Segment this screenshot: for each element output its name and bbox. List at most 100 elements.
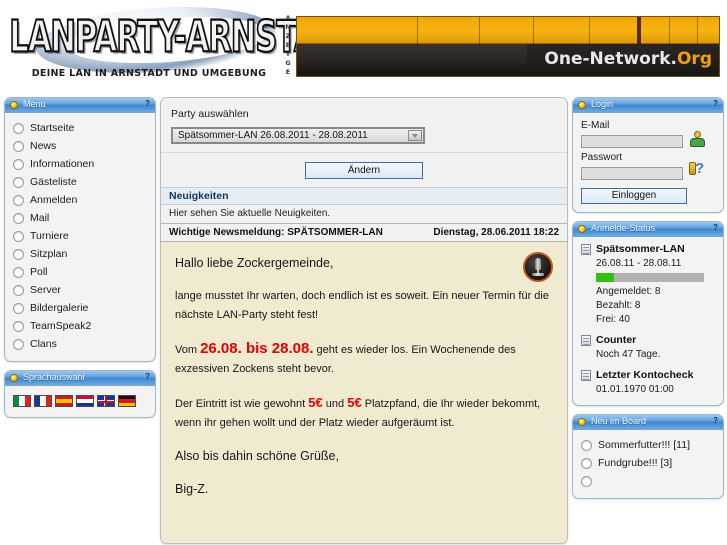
- news-article-body: Hallo liebe Zockergemeinde, lange musste…: [161, 242, 567, 543]
- help-icon[interactable]: ?: [713, 223, 718, 232]
- sidebar-item-startseite[interactable]: Startseite: [13, 119, 147, 137]
- board-item-partial[interactable]: [581, 472, 715, 490]
- help-icon[interactable]: ?: [713, 99, 718, 108]
- radio-icon: [13, 320, 24, 332]
- bullet-icon: [578, 101, 586, 109]
- news-paragraph-2: Vom 26.08. bis 28.08. geht es wieder los…: [175, 339, 553, 379]
- france-flag-icon[interactable]: [34, 395, 52, 407]
- right-sidebar: Login ? E-Mail Passwort ? Einloggen Anme…: [572, 97, 724, 507]
- status-party-heading: Spätsommer-LAN: [581, 243, 715, 255]
- board-panel-title: Neu im Board: [591, 416, 647, 426]
- email-field[interactable]: [581, 135, 683, 148]
- italy-flag-icon[interactable]: [13, 395, 31, 407]
- document-icon: [581, 369, 591, 381]
- radio-icon: [13, 176, 24, 188]
- change-button[interactable]: Ändern: [305, 162, 423, 179]
- language-panel-body: [5, 386, 155, 417]
- party-select-label: Party auswählen: [171, 108, 249, 120]
- radio-icon: [581, 475, 592, 487]
- status-account-value: 01.01.1970 01:00: [596, 384, 674, 395]
- banner-streak: [697, 17, 698, 45]
- status-party-name: Spätsommer-LAN: [596, 243, 685, 255]
- news-article-title: Wichtige Newsmeldung: SPÄTSOMMER-LAN: [169, 227, 383, 238]
- sidebar-item-gaesteliste[interactable]: Gästeliste: [13, 173, 147, 191]
- united-kingdom-flag-icon[interactable]: [97, 395, 115, 407]
- radio-icon: [13, 302, 24, 314]
- sidebar-item-informationen[interactable]: Informationen: [13, 155, 147, 173]
- login-panel: Login ? E-Mail Passwort ? Einloggen: [572, 97, 724, 213]
- radio-icon: [581, 457, 592, 469]
- menu-panel-body: Startseite News Informationen Gästeliste…: [5, 113, 155, 361]
- sidebar-item-label: TeamSpeak2: [30, 320, 92, 332]
- sidebar-item-teamspeak2[interactable]: TeamSpeak2: [13, 317, 147, 335]
- login-button[interactable]: Einloggen: [581, 188, 687, 204]
- advertisement-banner[interactable]: One-Network.Org: [296, 16, 720, 77]
- board-item-fundgrube[interactable]: Fundgrube!!! [3]: [581, 454, 715, 472]
- sidebar-item-server[interactable]: Server: [13, 281, 147, 299]
- status-party-dates: 26.08.11 - 28.08.11: [596, 258, 682, 269]
- list-item-label: Fundgrube!!! [3]: [598, 457, 673, 469]
- help-icon[interactable]: ?: [713, 416, 718, 425]
- banner-streak: [669, 17, 670, 45]
- status-counter-title: Counter: [596, 334, 637, 346]
- sidebar-item-label: Turniere: [30, 230, 69, 242]
- sidebar-item-turniere[interactable]: Turniere: [13, 227, 147, 245]
- sidebar-item-label: Startseite: [30, 122, 75, 134]
- sidebar-item-label: Mail: [30, 212, 50, 224]
- login-fields: E-Mail Passwort: [581, 119, 689, 183]
- list-item-label: Sommerfutter!!! [11]: [598, 439, 691, 451]
- status-account-heading: Letzter Kontocheck: [581, 369, 715, 381]
- sidebar-item-clans[interactable]: Clans: [13, 335, 147, 353]
- board-panel: Neu im Board ? Sommerfutter!!! [11] Fund…: [572, 414, 724, 499]
- sidebar-item-bildergalerie[interactable]: Bildergalerie: [13, 299, 147, 317]
- change-button-row: Ändern: [161, 152, 567, 187]
- sidebar-item-label: Anmelden: [30, 194, 78, 206]
- help-icon[interactable]: ?: [145, 372, 150, 381]
- board-item-sommerfutter[interactable]: Sommerfutter!!! [11]: [581, 436, 715, 454]
- news-p2-pre: Vom: [175, 344, 201, 356]
- password-label: Passwort: [581, 152, 623, 163]
- login-panel-body: E-Mail Passwort ? Einloggen: [573, 113, 723, 212]
- news-section-subtitle: Hier sehen Sie aktuelle Neuigkeiten.: [161, 205, 567, 223]
- news-date-highlight: 26.08. bis 28.08.: [200, 340, 314, 357]
- sidebar-item-label: Server: [30, 284, 61, 296]
- radio-icon: [13, 194, 24, 206]
- radio-icon: [13, 338, 24, 350]
- bullet-icon: [578, 418, 586, 426]
- netherlands-flag-icon[interactable]: [76, 395, 94, 407]
- banner-streak: [479, 17, 480, 45]
- spain-flag-icon[interactable]: [55, 395, 73, 407]
- banner-streak: [533, 17, 534, 45]
- sidebar-item-news[interactable]: News: [13, 137, 147, 155]
- sidebar-item-sitzplan[interactable]: Sitzplan: [13, 245, 147, 263]
- radio-icon: [13, 158, 24, 170]
- chevron-down-icon[interactable]: [408, 130, 422, 141]
- login-decorative-icons: ?: [689, 119, 715, 178]
- radio-icon: [13, 212, 24, 224]
- news-article-date: Dienstag, 28.06.2011 18:22: [433, 227, 559, 238]
- news-section-title: Neuigkeiten: [161, 187, 567, 205]
- password-field[interactable]: [581, 167, 683, 180]
- menu-panel-title: Menu: [23, 99, 46, 109]
- sidebar-item-label: Gästeliste: [30, 176, 77, 188]
- sidebar-item-anmelden[interactable]: Anmelden: [13, 191, 147, 209]
- document-icon: [581, 243, 591, 255]
- party-selector-area: Party auswählen Spätsommer-LAN 26.08.201…: [161, 98, 567, 152]
- party-select[interactable]: Spätsommer-LAN 26.08.2011 - 28.08.2011: [171, 127, 425, 144]
- main-content: Party auswählen Spätsommer-LAN 26.08.201…: [160, 97, 568, 544]
- sidebar-item-label: News: [30, 140, 57, 152]
- page-root: LANPARTY-ARNSTADT DEINE LAN IN ARNSTADT …: [0, 0, 727, 545]
- party-select-value: Spätsommer-LAN 26.08.2011 - 28.08.2011: [178, 130, 368, 141]
- status-panel-header: Anmelde-Status ?: [573, 222, 723, 237]
- sidebar-item-poll[interactable]: Poll: [13, 263, 147, 281]
- news-paragraph-1: lange musstet Ihr warten, doch endlich i…: [175, 290, 549, 321]
- logo-wordmark: LANPARTY-ARNSTADT: [8, 11, 362, 64]
- help-icon[interactable]: ?: [145, 99, 150, 108]
- banner-brand-name: One-Network.: [544, 49, 677, 69]
- site-logo[interactable]: LANPARTY-ARNSTADT DEINE LAN IN ARNSTADT …: [8, 0, 363, 88]
- sidebar-item-label: Bildergalerie: [30, 302, 89, 314]
- germany-flag-icon[interactable]: [118, 395, 136, 407]
- bullet-icon: [10, 101, 18, 109]
- sidebar-item-mail[interactable]: Mail: [13, 209, 147, 227]
- news-greeting: Hallo liebe Zockergemeinde,: [175, 256, 334, 270]
